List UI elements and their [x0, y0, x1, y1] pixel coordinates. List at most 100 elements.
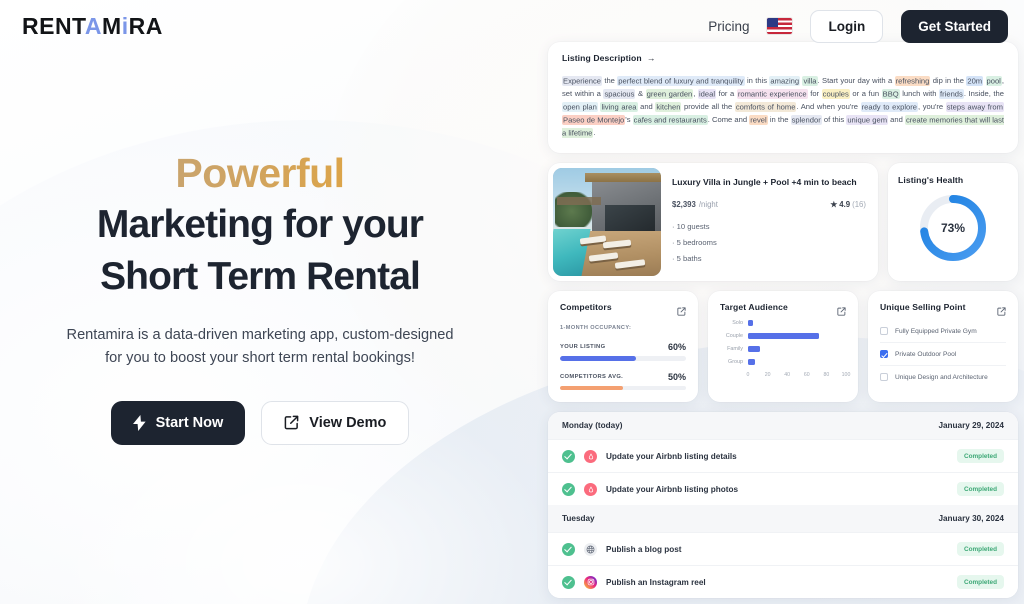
description-highlight: refreshing [894, 75, 931, 86]
target-audience-header: Target Audience [720, 302, 846, 316]
task-status-badge: Completed [956, 575, 1004, 590]
task-text: Update your Airbnb listing details [606, 451, 737, 461]
audience-bar-fill [748, 320, 753, 327]
task-row[interactable]: Publish an Instagram reel Completed [548, 565, 1018, 599]
checkbox-icon[interactable] [880, 373, 888, 382]
airbnb-icon [584, 449, 597, 463]
checkbox-icon[interactable] [880, 350, 888, 359]
expand-icon[interactable] [997, 303, 1006, 316]
villa-title: Luxury Villa in Jungle + Pool +4 min to … [672, 177, 857, 188]
villa-feature: · 5 bedrooms [672, 238, 717, 248]
audience-axis-tick: 60 [803, 372, 810, 379]
description-text: . Start your day with a [817, 76, 895, 85]
usp-header: Unique Selling Point [880, 302, 1006, 316]
audience-bar-row: Solo [720, 320, 846, 327]
description-highlight: couples [821, 88, 850, 99]
competitor-bar-track [560, 385, 686, 391]
usp-item-label: Private Outdoor Pool [895, 350, 957, 358]
get-started-button[interactable]: Get Started [901, 9, 1008, 43]
audience-bars: Solo Couple Family Group [720, 320, 846, 366]
task-row[interactable]: Publish a blog post Completed [548, 532, 1018, 566]
description-highlight: unique gem [846, 114, 889, 125]
audience-bar-row: Group [720, 359, 846, 366]
competitor-bar-value: 60% [667, 342, 686, 353]
description-text: or a fun [849, 89, 882, 99]
description-highlight: friends [939, 88, 964, 99]
hero-subheadline: Rentamira is a data-driven marketing app… [0, 324, 520, 371]
hero-headline-line-1: Marketing for your [96, 203, 424, 247]
usp-title: Unique Selling Point [880, 302, 966, 313]
arrow-right-icon: → [646, 53, 656, 63]
listing-health-card: Listing's Health 73% [888, 163, 1018, 282]
description-text: and [637, 102, 656, 112]
description-highlight: steps away from [945, 101, 1004, 112]
competitor-bar-fill [560, 356, 636, 361]
audience-bar-fill [748, 346, 760, 353]
villa-feature: · 5 baths [672, 254, 702, 263]
listing-description-header[interactable]: Listing Description → [562, 53, 1004, 63]
view-demo-button[interactable]: View Demo [261, 400, 410, 445]
target-audience-title: Target Audience [720, 302, 788, 313]
description-text: . And when you're [796, 102, 861, 112]
villa-review-count: (16) [852, 200, 866, 210]
hero-headline: Marketing for your Short Term Rental [0, 199, 520, 302]
login-button[interactable]: Login [810, 9, 884, 43]
description-text: in this [744, 76, 770, 85]
task-complete-check-icon[interactable] [562, 542, 575, 556]
audience-axis-tick: 100 [841, 372, 851, 379]
start-now-label: Start Now [155, 414, 224, 431]
usp-item[interactable]: Unique Design and Architecture [880, 365, 1006, 388]
villa-meta: $2,393 /night ★ 4.9 (16) [672, 200, 866, 209]
task-row[interactable]: Update your Airbnb listing details Comple… [548, 439, 1018, 473]
audience-bar-track [748, 320, 846, 327]
villa-feature: · 10 guests [672, 222, 710, 232]
task-complete-check-icon[interactable] [562, 449, 575, 463]
task-row[interactable]: Update your Airbnb listing photos Complet… [548, 472, 1018, 506]
audience-bar-row: Family [720, 346, 846, 353]
app-preview-panel: Listing Description → Experience the per… [548, 42, 1018, 599]
hero-subheadline-line-2: for you to boost your short term rental … [105, 350, 415, 367]
description-text: the [602, 76, 618, 85]
expand-icon[interactable] [677, 303, 686, 316]
logo[interactable]: RENTAMiRA [22, 13, 163, 40]
audience-bar-label: Solo [732, 320, 743, 327]
competitor-bar: YOUR LISTING 60% [560, 342, 686, 361]
site-header: RENTAMiRA Pricing Login Get Started [0, 0, 1024, 52]
task-text: Publish an Instagram reel [606, 577, 706, 587]
description-highlight: BBQ [881, 88, 900, 99]
task-text: Publish a blog post [606, 544, 682, 554]
description-highlight: living area [600, 101, 638, 112]
logo-part-3: RA [128, 12, 163, 39]
us-flag-icon[interactable] [767, 18, 793, 34]
logo-part-m: M [102, 12, 122, 39]
usp-item[interactable]: Private Outdoor Pool [880, 342, 1006, 365]
villa-card[interactable]: Luxury Villa in Jungle + Pool +4 min to … [548, 163, 878, 282]
airbnb-icon [584, 482, 597, 496]
task-complete-check-icon[interactable] [562, 575, 575, 589]
star-icon: ★ [830, 200, 838, 210]
listing-description-title: Listing Description [562, 53, 642, 63]
audience-axis-tick: 80 [823, 372, 830, 379]
villa-rating-value: 4.9 [839, 200, 851, 210]
health-value: 73% [940, 221, 966, 236]
insights-row: Competitors 1-MONTH OCCUPANCY: YOUR LIST… [548, 291, 1018, 403]
competitor-bar-value: 50% [667, 371, 686, 382]
checkbox-icon[interactable] [880, 327, 888, 336]
usp-list: Fully Equipped Private Gym Private Outdoo… [880, 320, 1006, 388]
task-complete-check-icon[interactable] [562, 482, 575, 496]
nav-item-pricing[interactable]: Pricing [708, 19, 749, 34]
hero-section: Powerful Marketing for your Short Term R… [0, 150, 520, 445]
audience-bar-label: Family [727, 346, 743, 353]
description-text: . [593, 128, 596, 138]
description-highlight: cafes and restaurants [632, 114, 708, 125]
description-highlight: ready to explore [860, 101, 919, 112]
expand-icon[interactable] [837, 303, 846, 316]
header-nav: Pricing Login Get Started [708, 9, 1008, 43]
view-demo-label: View Demo [309, 414, 387, 431]
task-day-date: January 29, 2024 [938, 421, 1004, 431]
audience-axis-tick: 40 [784, 372, 791, 379]
description-text: . Come and [707, 115, 750, 125]
start-now-button[interactable]: Start Now [110, 400, 246, 445]
usp-item[interactable]: Fully Equipped Private Gym [880, 320, 1006, 342]
description-text: dip in the [930, 76, 967, 85]
